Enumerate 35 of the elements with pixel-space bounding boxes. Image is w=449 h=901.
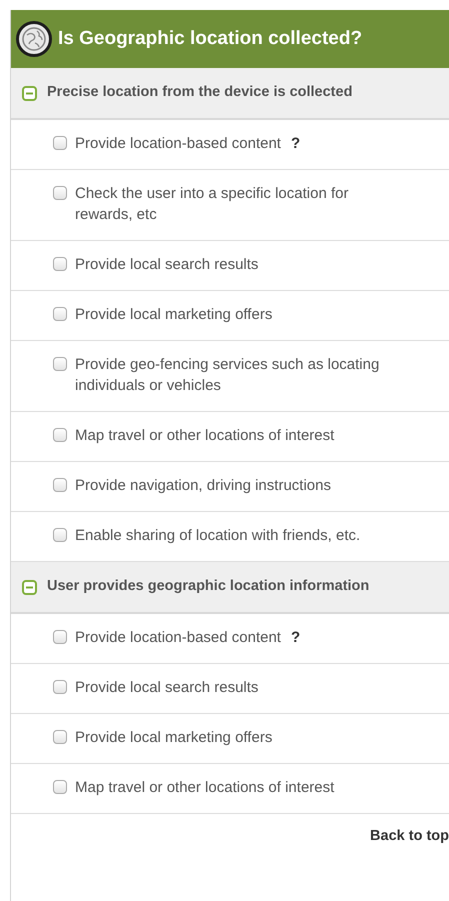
option-label: Provide local search results bbox=[75, 678, 258, 698]
minus-icon[interactable] bbox=[22, 580, 37, 594]
section-header[interactable]: Precise location from the device is collected bbox=[11, 68, 449, 120]
option-label: Map travel or other locations of interest bbox=[75, 426, 334, 446]
checkbox[interactable] bbox=[53, 136, 67, 150]
option-label: Provide local marketing offers bbox=[75, 728, 272, 748]
help-link[interactable]: ? bbox=[290, 627, 300, 648]
checkbox[interactable] bbox=[53, 357, 67, 371]
section-title: Precise location from the device is collected bbox=[47, 83, 352, 102]
section-title: User provides geographic location information bbox=[47, 577, 370, 596]
back-to-top-link[interactable]: Back to top bbox=[370, 826, 449, 848]
option-label: Provide local search results bbox=[75, 255, 258, 275]
checkbox[interactable] bbox=[53, 186, 67, 200]
option-label: Enable sharing of location with friends, etc. bbox=[75, 526, 360, 546]
option-label: Provide location-based content bbox=[75, 628, 281, 648]
checkbox[interactable] bbox=[53, 680, 67, 694]
option-label: Provide geo-fencing services such as locating individuals or vehicles bbox=[75, 355, 380, 396]
section-header[interactable]: User provides geographic location information bbox=[11, 562, 449, 614]
checkbox[interactable] bbox=[53, 630, 67, 644]
header-title: Is Geographic location collected? bbox=[58, 26, 362, 51]
checkbox[interactable] bbox=[53, 307, 67, 321]
checkbox[interactable] bbox=[53, 780, 67, 794]
option-label: Provide local marketing offers bbox=[75, 305, 272, 325]
option-label: Provide navigation, driving instructions bbox=[75, 476, 331, 496]
option-label: Check the user into a specific location for rewards, etc bbox=[75, 184, 350, 225]
option-label: Map travel or other locations of interest bbox=[75, 778, 334, 798]
checkbox[interactable] bbox=[53, 478, 67, 492]
checkbox[interactable] bbox=[53, 528, 67, 542]
globe-icon bbox=[16, 21, 52, 57]
help-link[interactable]: ? bbox=[290, 133, 300, 154]
option-label: Provide location-based content bbox=[75, 134, 281, 154]
minus-icon[interactable] bbox=[22, 86, 37, 100]
checkbox[interactable] bbox=[53, 428, 67, 442]
checkbox[interactable] bbox=[53, 730, 67, 744]
checkbox[interactable] bbox=[53, 257, 67, 271]
